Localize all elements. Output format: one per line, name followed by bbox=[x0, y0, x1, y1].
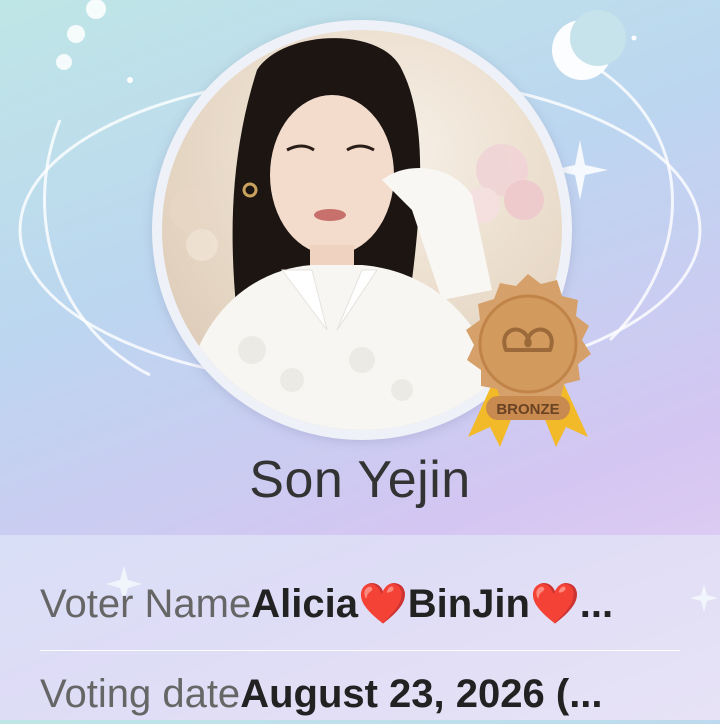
voter-name-label: Voter Name bbox=[40, 582, 252, 626]
voter-name-value: Alicia❤️BinJin❤️... bbox=[251, 582, 614, 626]
voting-date-label: Voting date bbox=[40, 672, 241, 716]
bubble-icon bbox=[56, 54, 72, 70]
idol-name: Son Yejin bbox=[249, 451, 471, 509]
voting-date-row: Voting dateAugust 23, 2026 (... bbox=[40, 672, 680, 724]
moon-icon bbox=[552, 10, 626, 80]
bubble-icon bbox=[86, 0, 106, 19]
voter-name-row: Voter NameAlicia❤️BinJin❤️... bbox=[40, 580, 680, 632]
bronze-badge: BRONZE bbox=[466, 274, 591, 447]
voting-date-value: August 23, 2026 (... bbox=[240, 672, 603, 716]
divider bbox=[40, 650, 680, 651]
bubble-icon bbox=[67, 25, 85, 43]
badge-label: BRONZE bbox=[496, 401, 559, 418]
